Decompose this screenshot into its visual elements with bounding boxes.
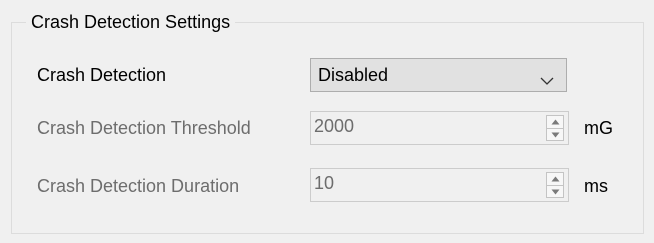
- threshold-value: 2000: [314, 116, 355, 136]
- up-arrow-icon: [551, 119, 560, 125]
- crash-detection-select[interactable]: Disabled: [310, 58, 567, 92]
- threshold-spin-buttons: [546, 115, 564, 141]
- duration-label: Crash Detection Duration: [37, 176, 240, 196]
- crash-detection-selected-value: Disabled: [318, 65, 389, 85]
- group-title: Crash Detection Settings: [26, 11, 236, 33]
- down-arrow-icon: [551, 132, 560, 138]
- threshold-unit: mG: [584, 118, 613, 138]
- duration-decrement-button[interactable]: [547, 185, 563, 198]
- duration-unit: ms: [584, 176, 608, 196]
- duration-increment-button[interactable]: [547, 173, 563, 185]
- down-arrow-icon: [551, 189, 560, 195]
- duration-spin-buttons: [546, 172, 564, 198]
- up-arrow-icon: [551, 176, 560, 182]
- duration-spinbox[interactable]: 10: [310, 168, 569, 202]
- threshold-spinbox[interactable]: 2000: [310, 111, 569, 145]
- threshold-increment-button[interactable]: [547, 116, 563, 128]
- chevron-down-icon: [540, 70, 554, 85]
- threshold-label: Crash Detection Threshold: [37, 118, 251, 138]
- duration-value: 10: [314, 173, 335, 193]
- threshold-decrement-button[interactable]: [547, 128, 563, 141]
- crash-detection-label: Crash Detection: [37, 65, 167, 85]
